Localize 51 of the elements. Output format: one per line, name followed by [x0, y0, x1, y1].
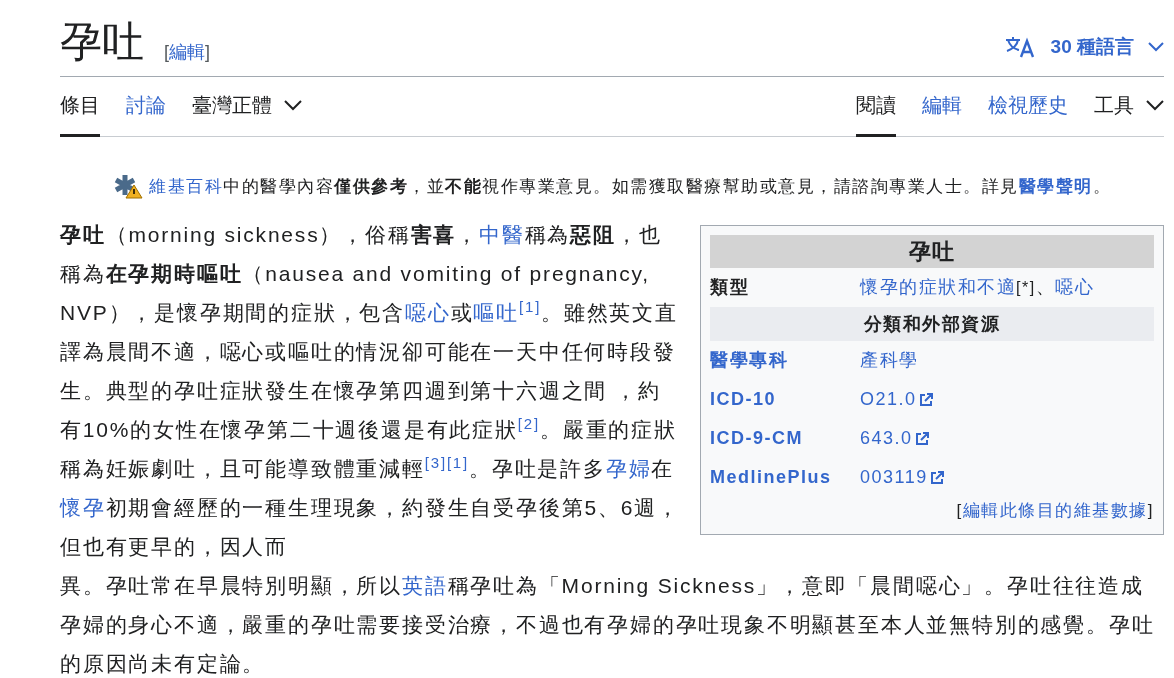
article-paragraph: 孕吐（morning sickness），俗稱害喜，中醫稱為惡阻，也稱為在孕期時嘔吐（nausea and vomiting of pregnancy, NVP），是懷孕期間的症狀，包含噁心或嘔吐$^{[1]}$。雖然英文直譯為晨間不適，噁心或嘔吐的情況卻可能在一天中任何時段發生。典型的孕吐症狀發生在懷孕第四週到第十六週之間 ，約有10%的女性在懷孕第二十週後還是有此症狀$^{[2]}$。嚴重的症狀稱為妊娠劇吐，且可能導致體重減輕$^{[3]}$$^{[1]}$。孕吐是許多孕婦在 懷孕初期會經歷的一種生理現象，約發生自受孕後第5、6週，但也有更早的，因人而: [60, 222, 680, 560]
link[interactable]: 懷孕的症狀和不適: [860, 277, 1016, 297]
link[interactable]: 噁心: [1055, 277, 1095, 297]
link[interactable]: 嘔吐: [473, 301, 519, 324]
chevron-down-icon: [284, 100, 302, 111]
link[interactable]: 懷孕: [60, 496, 106, 519]
reference-link[interactable]: [2]: [517, 415, 540, 432]
reference-link[interactable]: [1]: [519, 298, 542, 315]
link[interactable]: 孕婦: [605, 457, 652, 480]
infobox-value: 懷孕的症狀和不適[*]、噁心: [860, 276, 1096, 299]
tab[interactable]: 討論: [126, 77, 166, 137]
infobox-label: 類型: [710, 277, 749, 297]
infobox-edit-link-text: [編輯此條目的維基數據]: [956, 501, 1154, 520]
infobox-label-link[interactable]: MedlinePlus: [710, 467, 832, 487]
external-link[interactable]: O21.0: [860, 380, 933, 419]
language-button[interactable]: 30 種語言: [1004, 34, 1164, 60]
link[interactable]: 英語: [402, 574, 448, 597]
translate-icon: [1004, 36, 1037, 58]
link[interactable]: 醫學聲明: [1018, 176, 1093, 196]
external-link-icon: [918, 392, 933, 407]
external-link[interactable]: 643.0: [860, 419, 929, 458]
link[interactable]: 編輯: [169, 42, 205, 62]
edit-section: [編輯]: [164, 40, 211, 64]
link[interactable]: 中醫: [479, 223, 525, 246]
link[interactable]: 噁心: [405, 301, 451, 324]
tab[interactable]: 閱讀: [856, 77, 896, 137]
tab[interactable]: 檢視歷史: [988, 77, 1068, 137]
reference-link[interactable]: [1]: [446, 454, 469, 471]
infobox-section-header: 分類和外部資源: [710, 307, 1154, 341]
page-title: 孕吐: [60, 18, 144, 68]
chevron-down-icon: [1148, 42, 1164, 52]
infobox-label-link[interactable]: ICD-9-CM: [710, 428, 803, 448]
medical-disclaimer: 維基百科中的醫學內容僅供參考，並不能視作專業意見。如需獲取醫療幫助或意見，請諮詢專業人士。詳見醫學聲明。: [149, 175, 1111, 198]
external-link-icon: [929, 470, 944, 485]
dropdown-tab[interactable]: 臺灣正體: [192, 77, 302, 137]
link[interactable]: 產科學: [860, 350, 919, 370]
dropdown-tab[interactable]: 工具: [1094, 77, 1164, 137]
reference-link[interactable]: [3]: [424, 454, 447, 471]
chevron-down-icon: [1146, 100, 1164, 111]
infobox-title: 孕吐: [710, 235, 1154, 268]
article-paragraph: 異。孕吐常在早晨特別明顯，所以英語稱孕吐為「Morning Sickness」，意即「晨間噁心」。孕吐往往造成孕婦的身心不適，嚴重的孕吐需要接受治療，不過也有孕婦的孕吐現象不明顯甚至本人並無特別的感覺。孕吐的原因尚未有定論。: [60, 573, 1156, 677]
external-link-icon: [914, 431, 929, 446]
link[interactable]: 維基百科: [149, 176, 223, 196]
infobox-label-link[interactable]: 醫學專科: [710, 350, 788, 370]
tab[interactable]: 編輯: [922, 77, 962, 137]
external-link[interactable]: 003119: [860, 458, 944, 497]
infobox-label-link[interactable]: ICD-10: [710, 389, 776, 409]
medical-warning-icon: [113, 173, 143, 199]
link[interactable]: 編輯此條目的維基數據: [962, 501, 1148, 520]
note-link[interactable]: [*]: [1016, 279, 1036, 296]
tab[interactable]: 條目: [60, 77, 100, 137]
